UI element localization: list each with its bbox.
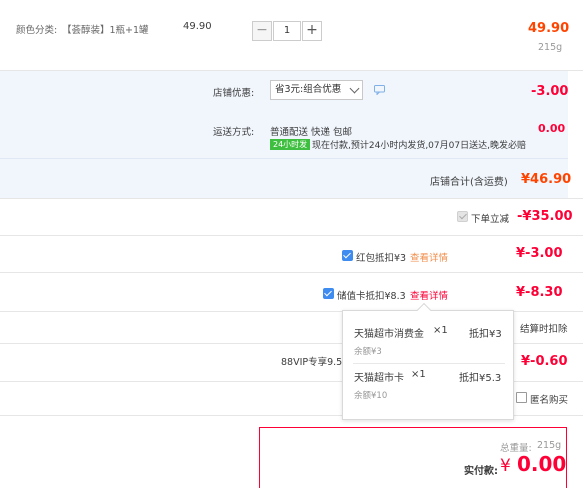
- increase-quantity-button[interactable]: +: [302, 21, 322, 41]
- storedcard-label: 储值卡抵扣¥8.3: [337, 291, 406, 302]
- shop-discount-label: 店铺优惠:: [213, 88, 255, 99]
- paid-label: 实付款:: [464, 466, 498, 477]
- instant-discount-label: 下单立减: [471, 214, 510, 225]
- delivery-note: 现在付款,预计24小时内发货,07月07日送达,晚发必赔: [312, 141, 526, 151]
- payment-summary: 总重量: 215g 实付款: ¥ 0.00: [259, 427, 567, 488]
- chat-bubble-icon[interactable]: [374, 85, 385, 95]
- redpacket-amount: ¥-3.00: [516, 246, 563, 261]
- divider: [0, 198, 583, 199]
- quantity-input[interactable]: 1: [273, 21, 301, 41]
- storedcard-detail-link[interactable]: 查看详情: [410, 288, 448, 302]
- shop-total-value: ¥46.90: [521, 172, 572, 187]
- popup-row-deduct: 抵扣¥5.3: [459, 373, 502, 384]
- delivery-tag: 24小时发: [270, 139, 311, 150]
- instant-discount-amount: -¥35.00: [517, 209, 573, 224]
- anonymous-checkbox[interactable]: [516, 392, 527, 403]
- unit-price: 49.90: [183, 21, 212, 32]
- settle-note: 结算时扣除: [520, 324, 568, 335]
- paid-currency: ¥: [500, 456, 511, 476]
- storedcard-amount: ¥-8.30: [516, 285, 563, 300]
- spec-value: 【荟醇装】1瓶+1罐: [62, 25, 149, 36]
- shop-discount-amount: -3.00: [531, 84, 569, 99]
- popup-row-balance: 余额¥10: [354, 391, 388, 401]
- popup-arrow: [416, 302, 432, 318]
- popup-row-balance: 余额¥3: [354, 347, 382, 357]
- vip-amount: ¥-0.60: [521, 354, 568, 369]
- vip-label: 88VIP专享9.5: [281, 357, 343, 368]
- shipping-label: 运送方式:: [213, 127, 255, 138]
- shop-total-label: 店铺合计(含运费): [430, 177, 508, 188]
- anonymous-label: 匿名购买: [530, 395, 569, 406]
- popup-row-name: 天猫超市消费金: [354, 329, 424, 340]
- divider: [0, 235, 583, 236]
- shop-discount-select[interactable]: 省3元:组合优惠: [270, 80, 363, 100]
- item-row: 颜色分类: 【荟醇装】1瓶+1罐 49.90 − 1 + 49.90 215g: [0, 0, 583, 70]
- total-weight-value: 215g: [537, 440, 562, 451]
- spec-label: 颜色分类:: [16, 25, 58, 36]
- item-weight: 215g: [538, 42, 563, 53]
- storedcard-checkbox[interactable]: [323, 288, 334, 299]
- popup-row-name: 天猫超市卡: [354, 373, 404, 384]
- chevron-down-icon: [349, 83, 360, 94]
- item-subtotal: 49.90: [528, 21, 570, 36]
- popup-row-count: ×1: [433, 325, 448, 336]
- popup-row-count: ×1: [411, 369, 426, 380]
- redpacket-checkbox[interactable]: [342, 250, 353, 261]
- shipping-text: 普通配送 快递 包邮: [270, 127, 353, 138]
- decrease-quantity-button[interactable]: −: [252, 21, 272, 41]
- divider: [0, 272, 583, 273]
- redpacket-label: 红包抵扣¥3: [356, 253, 407, 264]
- shipping-fee: 0.00: [538, 122, 566, 135]
- instant-discount-checkbox: [457, 211, 468, 222]
- popup-row-deduct: 抵扣¥3: [469, 329, 502, 340]
- shop-discount-option: 省3元:组合优惠: [275, 84, 342, 95]
- popup-divider: [353, 363, 505, 364]
- storedcard-detail-popup: 天猫超市消费金 ×1 抵扣¥3 余额¥3 天猫超市卡 ×1 抵扣¥5.3 余额¥…: [342, 302, 514, 420]
- redpacket-detail-link[interactable]: 查看详情: [410, 250, 448, 264]
- paid-value: 0.00: [517, 452, 567, 476]
